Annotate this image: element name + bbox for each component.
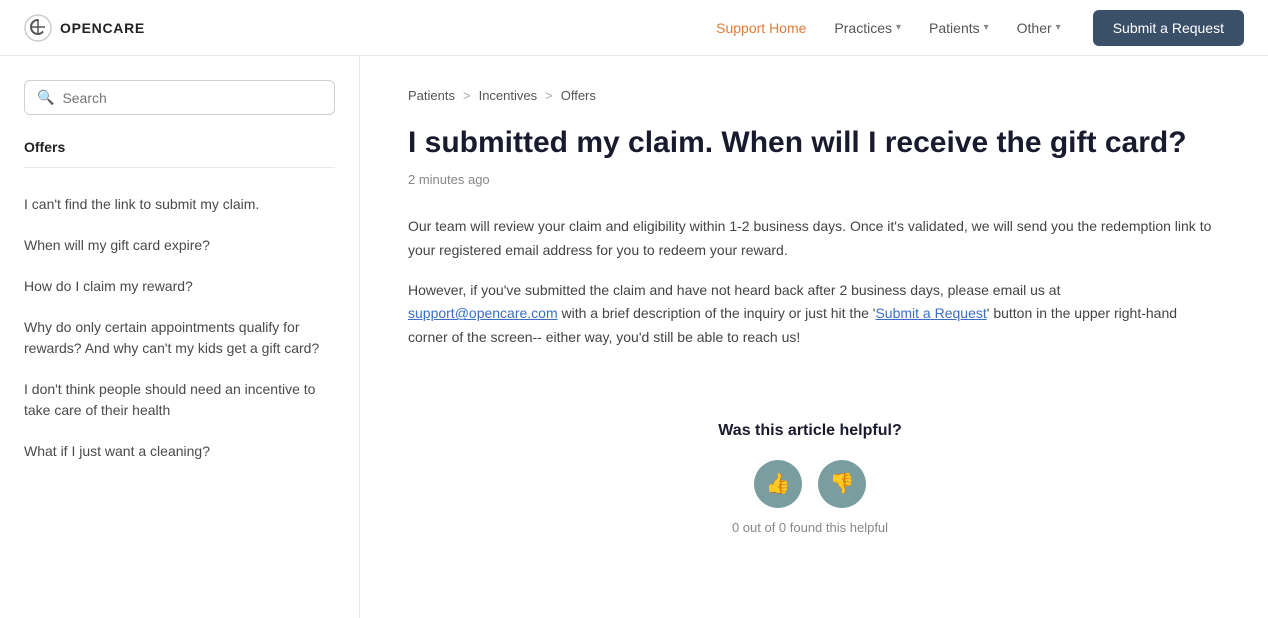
nav-practices[interactable]: Practices ▾ — [822, 12, 913, 44]
breadcrumb-offers: Offers — [561, 88, 596, 103]
sidebar-section-title: Offers — [24, 139, 335, 155]
breadcrumb-sep-1: > — [463, 88, 471, 103]
article-meta: 2 minutes ago — [408, 172, 1212, 187]
sidebar-link-2[interactable]: How do I claim my reward? — [24, 266, 335, 307]
helpful-count: 0 out of 0 found this helpful — [408, 520, 1212, 535]
breadcrumb: Patients > Incentives > Offers — [408, 88, 1212, 103]
submit-request-inline-link[interactable]: Submit a Request — [875, 305, 986, 321]
search-box[interactable]: 🔍 — [24, 80, 335, 115]
submit-request-button[interactable]: Submit a Request — [1093, 10, 1244, 46]
breadcrumb-incentives[interactable]: Incentives — [479, 88, 538, 103]
sidebar: 🔍 Offers I can't find the link to submit… — [0, 56, 360, 618]
thumbs-down-button[interactable]: 👎 — [818, 460, 866, 508]
nav-patients[interactable]: Patients ▾ — [917, 12, 1001, 44]
helpful-section: Was this article helpful? 👍 👎 0 out of 0… — [408, 398, 1212, 559]
other-chevron-icon: ▾ — [1056, 22, 1061, 33]
header: OPENCARE Support Home Practices ▾ Patien… — [0, 0, 1268, 56]
search-input[interactable] — [62, 90, 322, 106]
patients-chevron-icon: ▾ — [984, 22, 989, 33]
article-paragraph-2: However, if you've submitted the claim a… — [408, 279, 1212, 350]
search-icon: 🔍 — [37, 89, 54, 106]
helpful-label: Was this article helpful? — [408, 422, 1212, 440]
breadcrumb-sep-2: > — [545, 88, 553, 103]
sidebar-link-0[interactable]: I can't find the link to submit my claim… — [24, 184, 335, 225]
sidebar-link-3[interactable]: Why do only certain appointments qualify… — [24, 307, 335, 369]
practices-chevron-icon: ▾ — [896, 22, 901, 33]
article-body: Our team will review your claim and elig… — [408, 215, 1212, 350]
sidebar-divider — [24, 167, 335, 168]
sidebar-link-4[interactable]: I don't think people should need an ince… — [24, 369, 335, 431]
logo-icon — [24, 14, 52, 42]
article-paragraph-1: Our team will review your claim and elig… — [408, 215, 1212, 263]
article-title: I submitted my claim. When will I receiv… — [408, 123, 1212, 162]
thumbs-up-button[interactable]: 👍 — [754, 460, 802, 508]
helpful-buttons: 👍 👎 — [408, 460, 1212, 508]
sidebar-link-1[interactable]: When will my gift card expire? — [24, 225, 335, 266]
logo-text: OPENCARE — [60, 20, 145, 36]
support-email-link[interactable]: support@opencare.com — [408, 305, 558, 321]
nav-other[interactable]: Other ▾ — [1005, 12, 1073, 44]
nav: Support Home Practices ▾ Patients ▾ Othe… — [704, 12, 1073, 44]
nav-support-home[interactable]: Support Home — [704, 12, 818, 44]
sidebar-link-5[interactable]: What if I just want a cleaning? — [24, 431, 335, 472]
breadcrumb-patients[interactable]: Patients — [408, 88, 455, 103]
page-layout: 🔍 Offers I can't find the link to submit… — [0, 56, 1268, 618]
logo: OPENCARE — [24, 14, 145, 42]
main-content: Patients > Incentives > Offers I submitt… — [360, 56, 1260, 618]
